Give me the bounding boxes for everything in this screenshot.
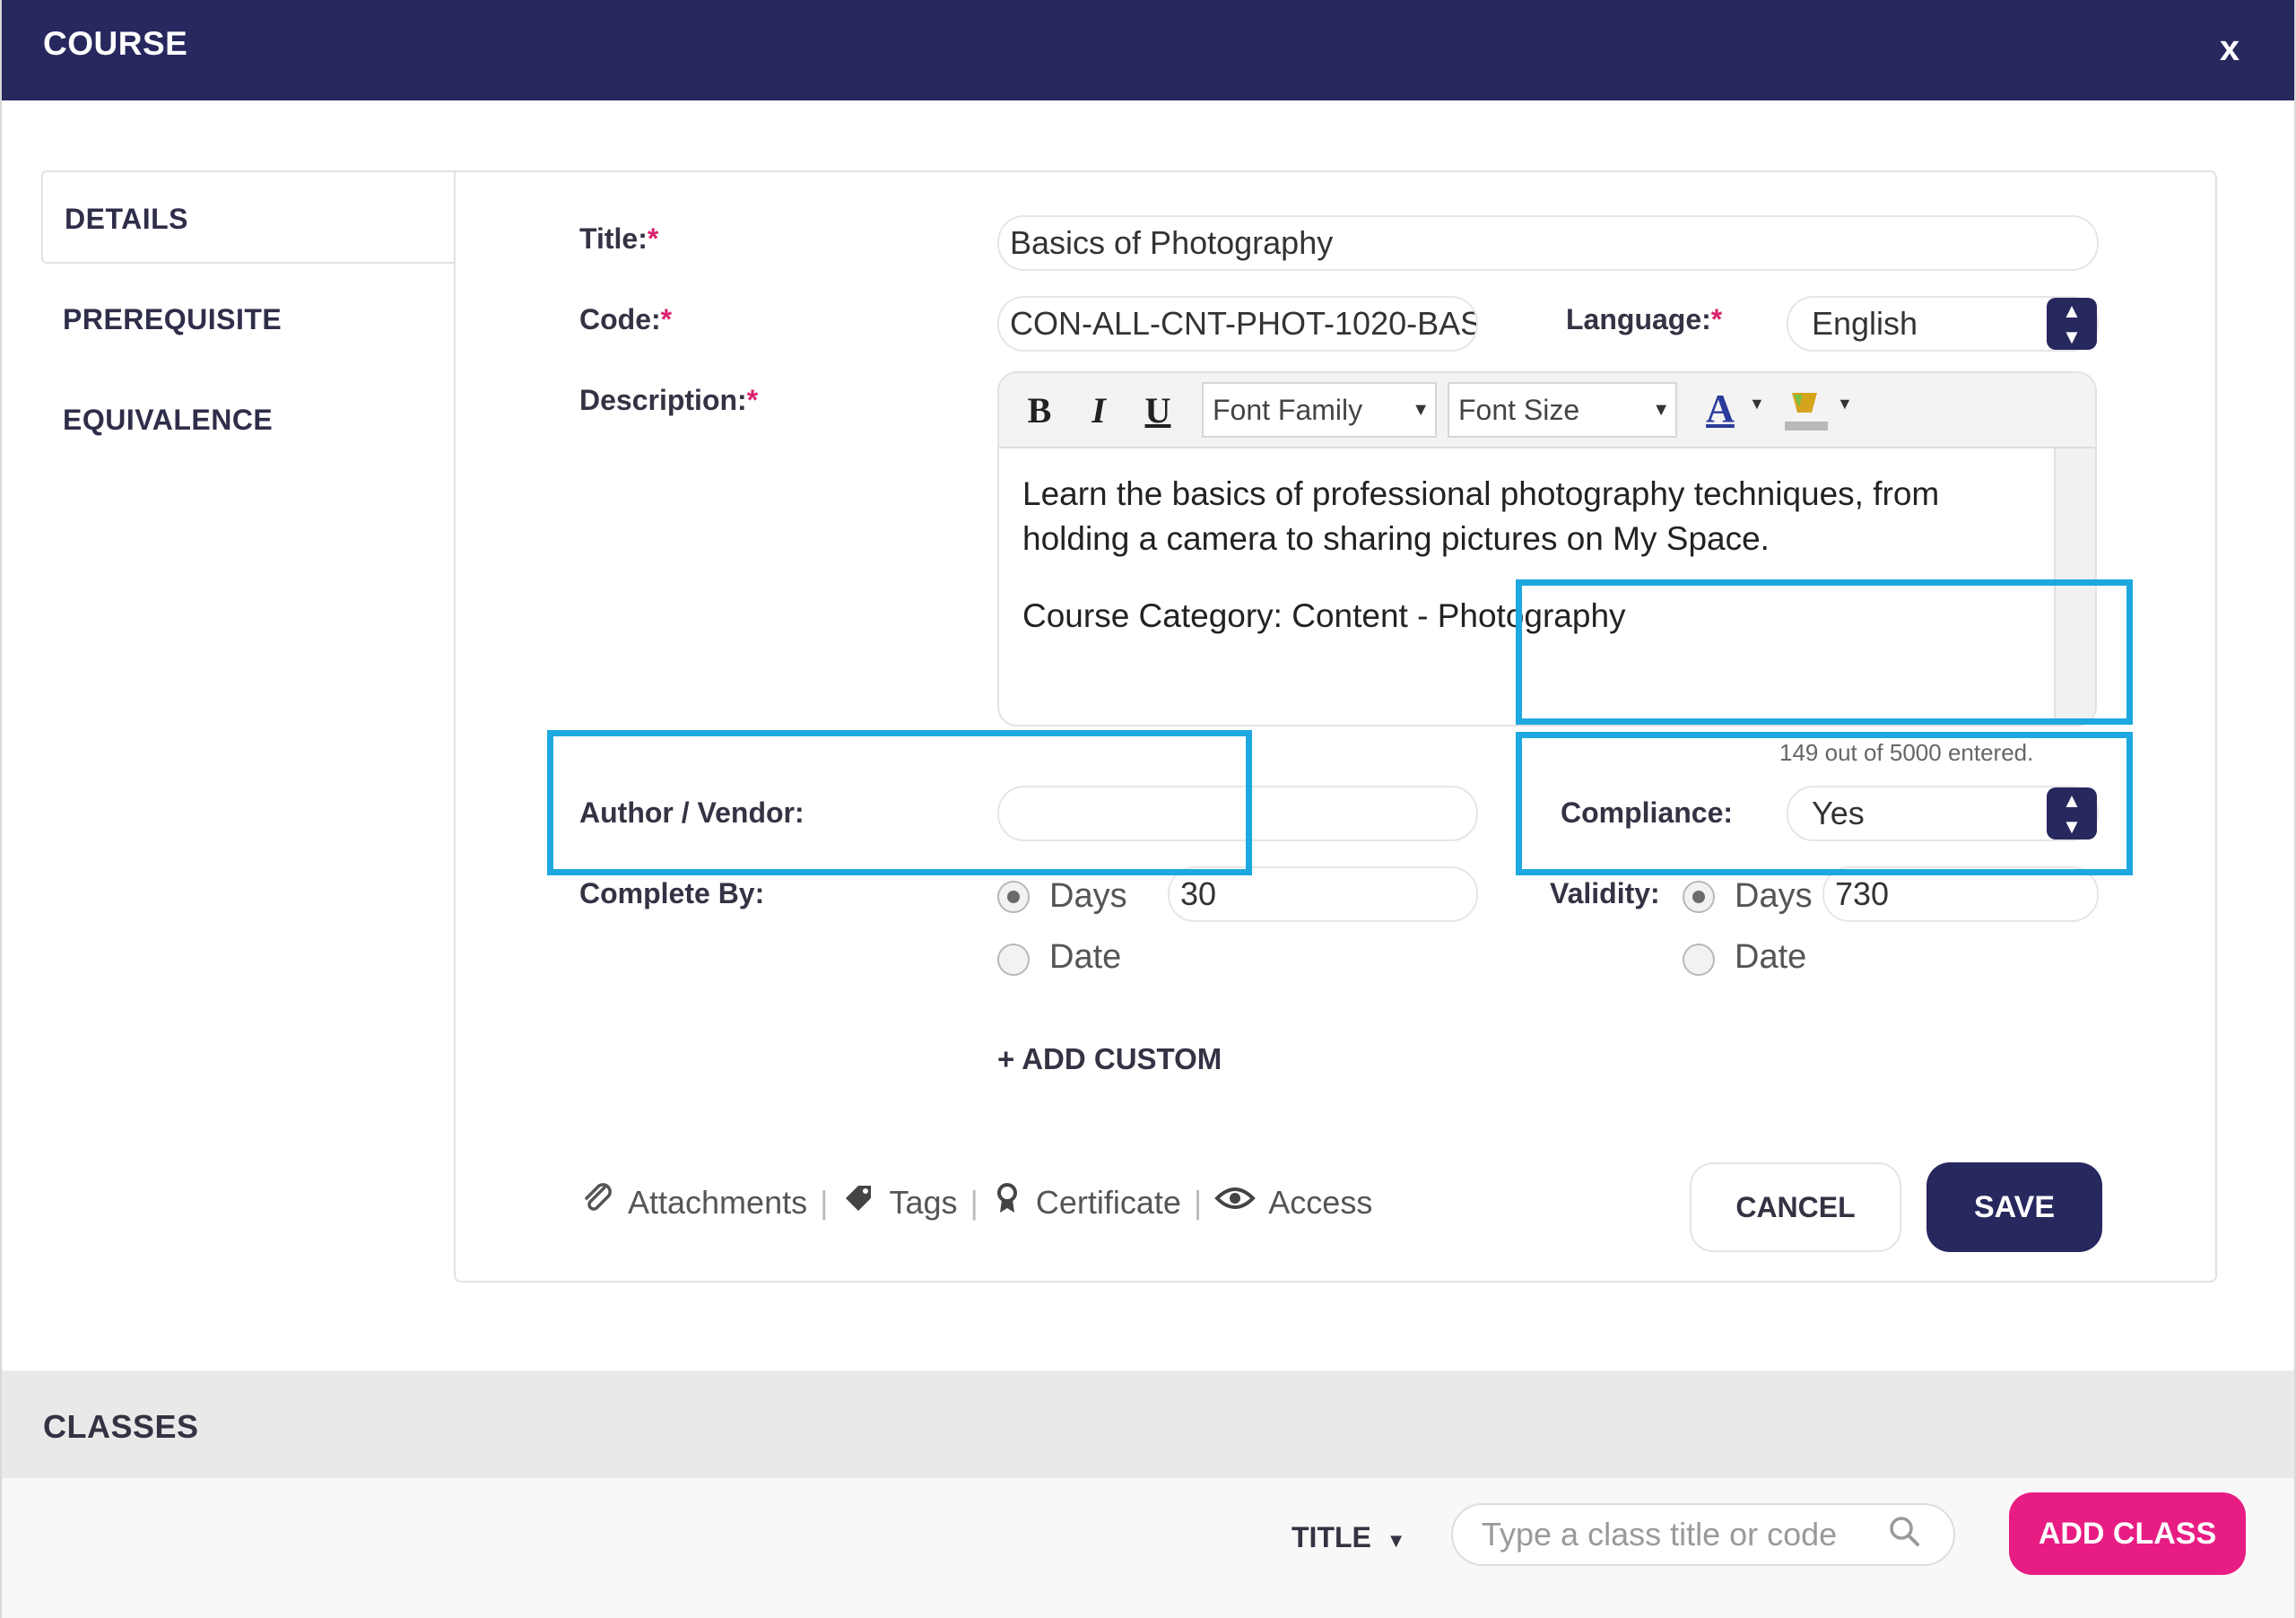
tags-link[interactable]: Tags	[889, 1184, 957, 1222]
sort-label-text: TITLE	[1292, 1521, 1371, 1553]
add-class-button[interactable]: ADD CLASS	[2009, 1492, 2246, 1575]
paperclip-icon	[579, 1180, 615, 1224]
dropdown-arrow-icon: ▼	[1652, 400, 1670, 420]
editor-toolbar: B I U Font Family ▼ Font Size ▼ A ▼ ▼	[999, 373, 2095, 448]
font-size-select[interactable]: Font Size ▼	[1448, 382, 1677, 438]
validity-date-label: Date	[1735, 938, 1807, 976]
save-button[interactable]: SAVE	[1926, 1162, 2102, 1252]
language-label: Language:*	[1566, 303, 1722, 336]
tab-prerequisite[interactable]: PREREQUISITE	[41, 273, 454, 366]
validity-days-radio[interactable]	[1683, 881, 1715, 913]
highlight-color-button[interactable]	[1781, 386, 1831, 438]
description-label: Description:*	[579, 384, 758, 417]
highlight-box-author-vendor	[547, 730, 1252, 875]
highlight-box-compliance	[1516, 732, 2133, 875]
description-paragraph-1: Learn the basics of professional photogr…	[1022, 475, 1940, 557]
description-label-text: Description:	[579, 384, 747, 416]
code-label: Code:*	[579, 303, 672, 336]
tab-details[interactable]: DETAILS	[41, 170, 454, 264]
font-family-select[interactable]: Font Family ▼	[1202, 382, 1437, 438]
select-arrows-icon: ▲ ▼	[2047, 298, 2097, 350]
complete-by-date-radio[interactable]	[997, 944, 1030, 976]
language-label-text: Language:	[1566, 303, 1711, 335]
class-search-input[interactable]: Type a class title or code	[1451, 1503, 1955, 1566]
tab-equivalence[interactable]: EQUIVALENCE	[41, 373, 454, 466]
code-input[interactable]: CON-ALL-CNT-PHOT-1020-BAS	[997, 296, 1478, 352]
dialog-header	[2, 0, 2294, 100]
complete-by-days-radio[interactable]	[997, 881, 1030, 913]
required-mark: *	[746, 384, 759, 416]
sort-by-title-dropdown[interactable]: TITLE ▼	[1292, 1521, 1406, 1554]
attachments-link[interactable]: Attachments	[628, 1184, 807, 1222]
tag-icon	[840, 1180, 876, 1224]
separator: |	[820, 1183, 829, 1221]
dropdown-arrow-icon: ▼	[1412, 400, 1430, 420]
classes-title: CLASSES	[43, 1408, 199, 1445]
certificate-ribbon-icon	[991, 1180, 1023, 1224]
validity-days-label: Days	[1735, 877, 1813, 915]
font-size-text: Font Size	[1458, 394, 1580, 426]
validity-label: Validity:	[1550, 877, 1660, 909]
classes-section-header	[2, 1370, 2294, 1478]
language-value: English	[1812, 305, 1918, 342]
footer-links: Attachments | Tags | Certificate | Acces…	[579, 1180, 1372, 1224]
certificate-link[interactable]: Certificate	[1036, 1184, 1181, 1222]
separator: |	[1193, 1183, 1203, 1221]
access-link[interactable]: Access	[1268, 1184, 1372, 1222]
font-family-text: Font Family	[1213, 394, 1363, 426]
required-mark: *	[1710, 303, 1723, 335]
italic-button[interactable]: I	[1076, 384, 1121, 438]
language-select[interactable]: English ▲ ▼	[1787, 296, 2099, 352]
course-dialog: COURSE x DETAILS PREREQUISITE EQUIVALENC…	[0, 0, 2296, 1618]
highlighter-icon	[1785, 393, 1828, 431]
complete-by-date-label: Date	[1049, 938, 1122, 976]
complete-by-label: Complete By:	[579, 877, 765, 909]
title-label: Title:*	[579, 222, 658, 256]
close-button[interactable]: x	[2208, 25, 2251, 72]
validity-date-radio[interactable]	[1683, 944, 1715, 976]
required-mark: *	[660, 303, 673, 335]
bold-button[interactable]: B	[1017, 384, 1062, 438]
code-label-text: Code:	[579, 303, 661, 335]
highlight-box-description	[1516, 579, 2133, 725]
highlight-dropdown-icon[interactable]: ▼	[1837, 395, 1853, 413]
required-mark: *	[647, 222, 659, 255]
search-icon	[1887, 1514, 1923, 1559]
complete-by-days-label: Days	[1049, 877, 1127, 915]
title-label-text: Title:	[579, 222, 648, 255]
cancel-button[interactable]: CANCEL	[1690, 1162, 1901, 1252]
eye-icon	[1214, 1183, 1257, 1222]
text-color-dropdown-icon[interactable]: ▼	[1749, 395, 1765, 413]
underline-button[interactable]: U	[1135, 384, 1180, 438]
text-color-button[interactable]: A	[1695, 386, 1745, 439]
dialog-title: COURSE	[43, 25, 188, 62]
caret-down-icon: ▼	[1386, 1529, 1406, 1552]
title-input[interactable]: Basics of Photography	[997, 215, 2099, 271]
separator: |	[970, 1183, 978, 1221]
add-custom-link[interactable]: + ADD CUSTOM	[997, 1042, 1222, 1076]
